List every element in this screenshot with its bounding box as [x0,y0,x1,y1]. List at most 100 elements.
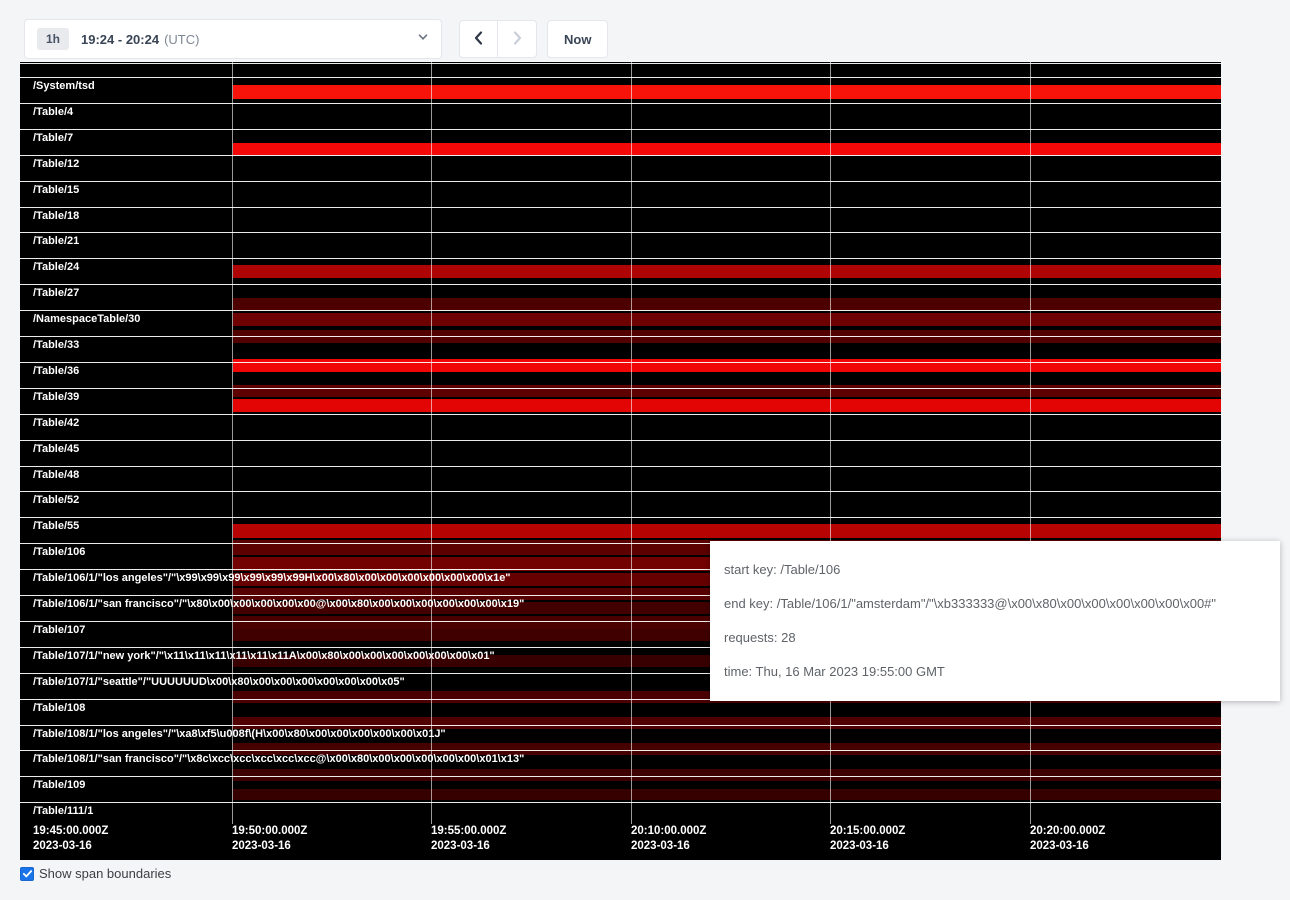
span-boundary-line [20,440,1221,441]
heat-band [233,143,1221,155]
key-visualizer-canvas[interactable]: /System/tsd/Table/4/Table/7/Table/12/Tab… [20,62,1221,860]
x-axis-tick: 19:45:00.000Z2023-03-16 [33,824,108,854]
span-boundary-line [20,776,1221,777]
span-boundary-line [20,725,1221,726]
time-gridline [431,62,432,824]
span-boundary-line [20,362,1221,363]
row-label: /Table/109 [33,779,85,791]
show-span-boundaries-toggle[interactable]: Show span boundaries [20,866,171,881]
time-gridline [830,62,831,824]
prev-time-button[interactable] [459,20,498,58]
heat-band [233,313,1221,326]
tooltip-requests: requests: 28 [724,628,1266,648]
x-axis-tick: 20:15:00.000Z2023-03-16 [830,824,905,854]
x-axis-tick: 19:50:00.000Z2023-03-16 [232,824,307,854]
row-label: /Table/27 [33,287,79,299]
heat-band [233,85,1221,99]
row-label: /NamespaceTable/30 [33,313,140,325]
span-boundary-line [20,77,1221,78]
row-label: /Table/106/1/"los angeles"/"\x99\x99\x99… [33,572,511,584]
span-boundary-line [20,491,1221,492]
heat-band [233,789,1221,800]
row-label: /Table/21 [33,235,79,247]
row-label: /Table/42 [33,417,79,429]
row-label: /Table/36 [33,365,79,377]
row-label: /Table/7 [33,132,73,144]
row-label: /Table/111/1 [33,805,93,817]
hover-tooltip: start key: /Table/106 end key: /Table/10… [710,541,1280,701]
time-gridline [1030,62,1031,824]
row-label: /Table/107/1/"new york"/"\x11\x11\x11\x1… [33,650,495,662]
span-boundary-line [20,802,1221,803]
next-time-button[interactable] [498,20,537,58]
x-axis-tick: 20:10:00.000Z2023-03-16 [631,824,706,854]
row-label: /Table/4 [33,106,73,118]
show-span-boundaries-label: Show span boundaries [39,866,171,881]
row-label: /Table/48 [33,469,79,481]
tick-time: 19:50:00.000Z [232,824,307,839]
span-boundary-line [20,388,1221,389]
tooltip-end-key: end key: /Table/106/1/"amsterdam"/"\xb33… [724,594,1266,614]
x-axis-tick: 20:20:00.000Z2023-03-16 [1030,824,1105,854]
row-label: /Table/106 [33,546,85,558]
span-boundary-line [20,129,1221,130]
tick-time: 20:15:00.000Z [830,824,905,839]
chevron-left-icon [470,29,488,50]
row-label: /Table/106/1/"san francisco"/"\x80\x00\x… [33,598,524,610]
span-boundary-line [20,750,1221,751]
tick-time: 20:10:00.000Z [631,824,706,839]
toolbar: 1h 19:24 - 20:24 (UTC) Now [24,19,608,59]
heat-band [233,385,1221,397]
time-step-buttons [459,20,537,58]
tick-time: 19:45:00.000Z [33,824,108,839]
span-boundary-line [20,517,1221,518]
row-label: /Table/39 [33,391,79,403]
chevron-right-icon [508,29,526,50]
span-boundary-line [20,414,1221,415]
span-boundary-line [20,207,1221,208]
row-label: /Table/45 [33,443,79,455]
time-range-label: 19:24 - 20:24 [81,32,159,47]
span-boundary-line [20,103,1221,104]
span-boundary-line [20,258,1221,259]
duration-badge: 1h [37,28,69,50]
span-boundary-line [20,284,1221,285]
row-label: /Table/24 [33,261,79,273]
time-gridline [631,62,632,824]
tick-date: 2023-03-16 [431,839,506,854]
row-label: /Table/107/1/"seattle"/"UUUUUUD\x00\x80\… [33,676,405,688]
row-label: /Table/107 [33,624,85,636]
span-boundary-line [20,155,1221,156]
tick-time: 20:20:00.000Z [1030,824,1105,839]
chevron-down-icon [417,30,429,48]
tick-date: 2023-03-16 [830,839,905,854]
tick-date: 2023-03-16 [232,839,307,854]
heat-band [233,298,1221,311]
heat-band [233,265,1221,278]
time-range-dropdown[interactable]: 1h 19:24 - 20:24 (UTC) [24,19,442,59]
tooltip-time: time: Thu, 16 Mar 2023 19:55:00 GMT [724,662,1266,682]
row-label: /Table/108/1/"san francisco"/"\x8c\xcc\x… [33,753,524,765]
tick-time: 19:55:00.000Z [431,824,506,839]
row-label: /Table/55 [33,520,79,532]
heat-band [233,399,1221,412]
span-boundary-line [20,181,1221,182]
tooltip-start-key: start key: /Table/106 [724,560,1266,580]
row-label: /Table/52 [33,494,79,506]
span-boundary-line [20,466,1221,467]
heat-band [233,769,1221,781]
tick-date: 2023-03-16 [33,839,108,854]
span-boundary-line [20,63,1221,64]
row-label: /Table/15 [33,184,79,196]
checkbox-checked-icon[interactable] [20,867,34,881]
heat-band [233,524,1221,538]
timezone-label: (UTC) [164,32,199,47]
x-axis-tick: 19:55:00.000Z2023-03-16 [431,824,506,854]
row-label: /Table/33 [33,339,79,351]
span-boundary-line [20,310,1221,311]
now-button[interactable]: Now [547,20,608,58]
row-label: /System/tsd [33,80,95,92]
row-label: /Table/108 [33,702,85,714]
tick-date: 2023-03-16 [1030,839,1105,854]
span-boundary-line [20,232,1221,233]
